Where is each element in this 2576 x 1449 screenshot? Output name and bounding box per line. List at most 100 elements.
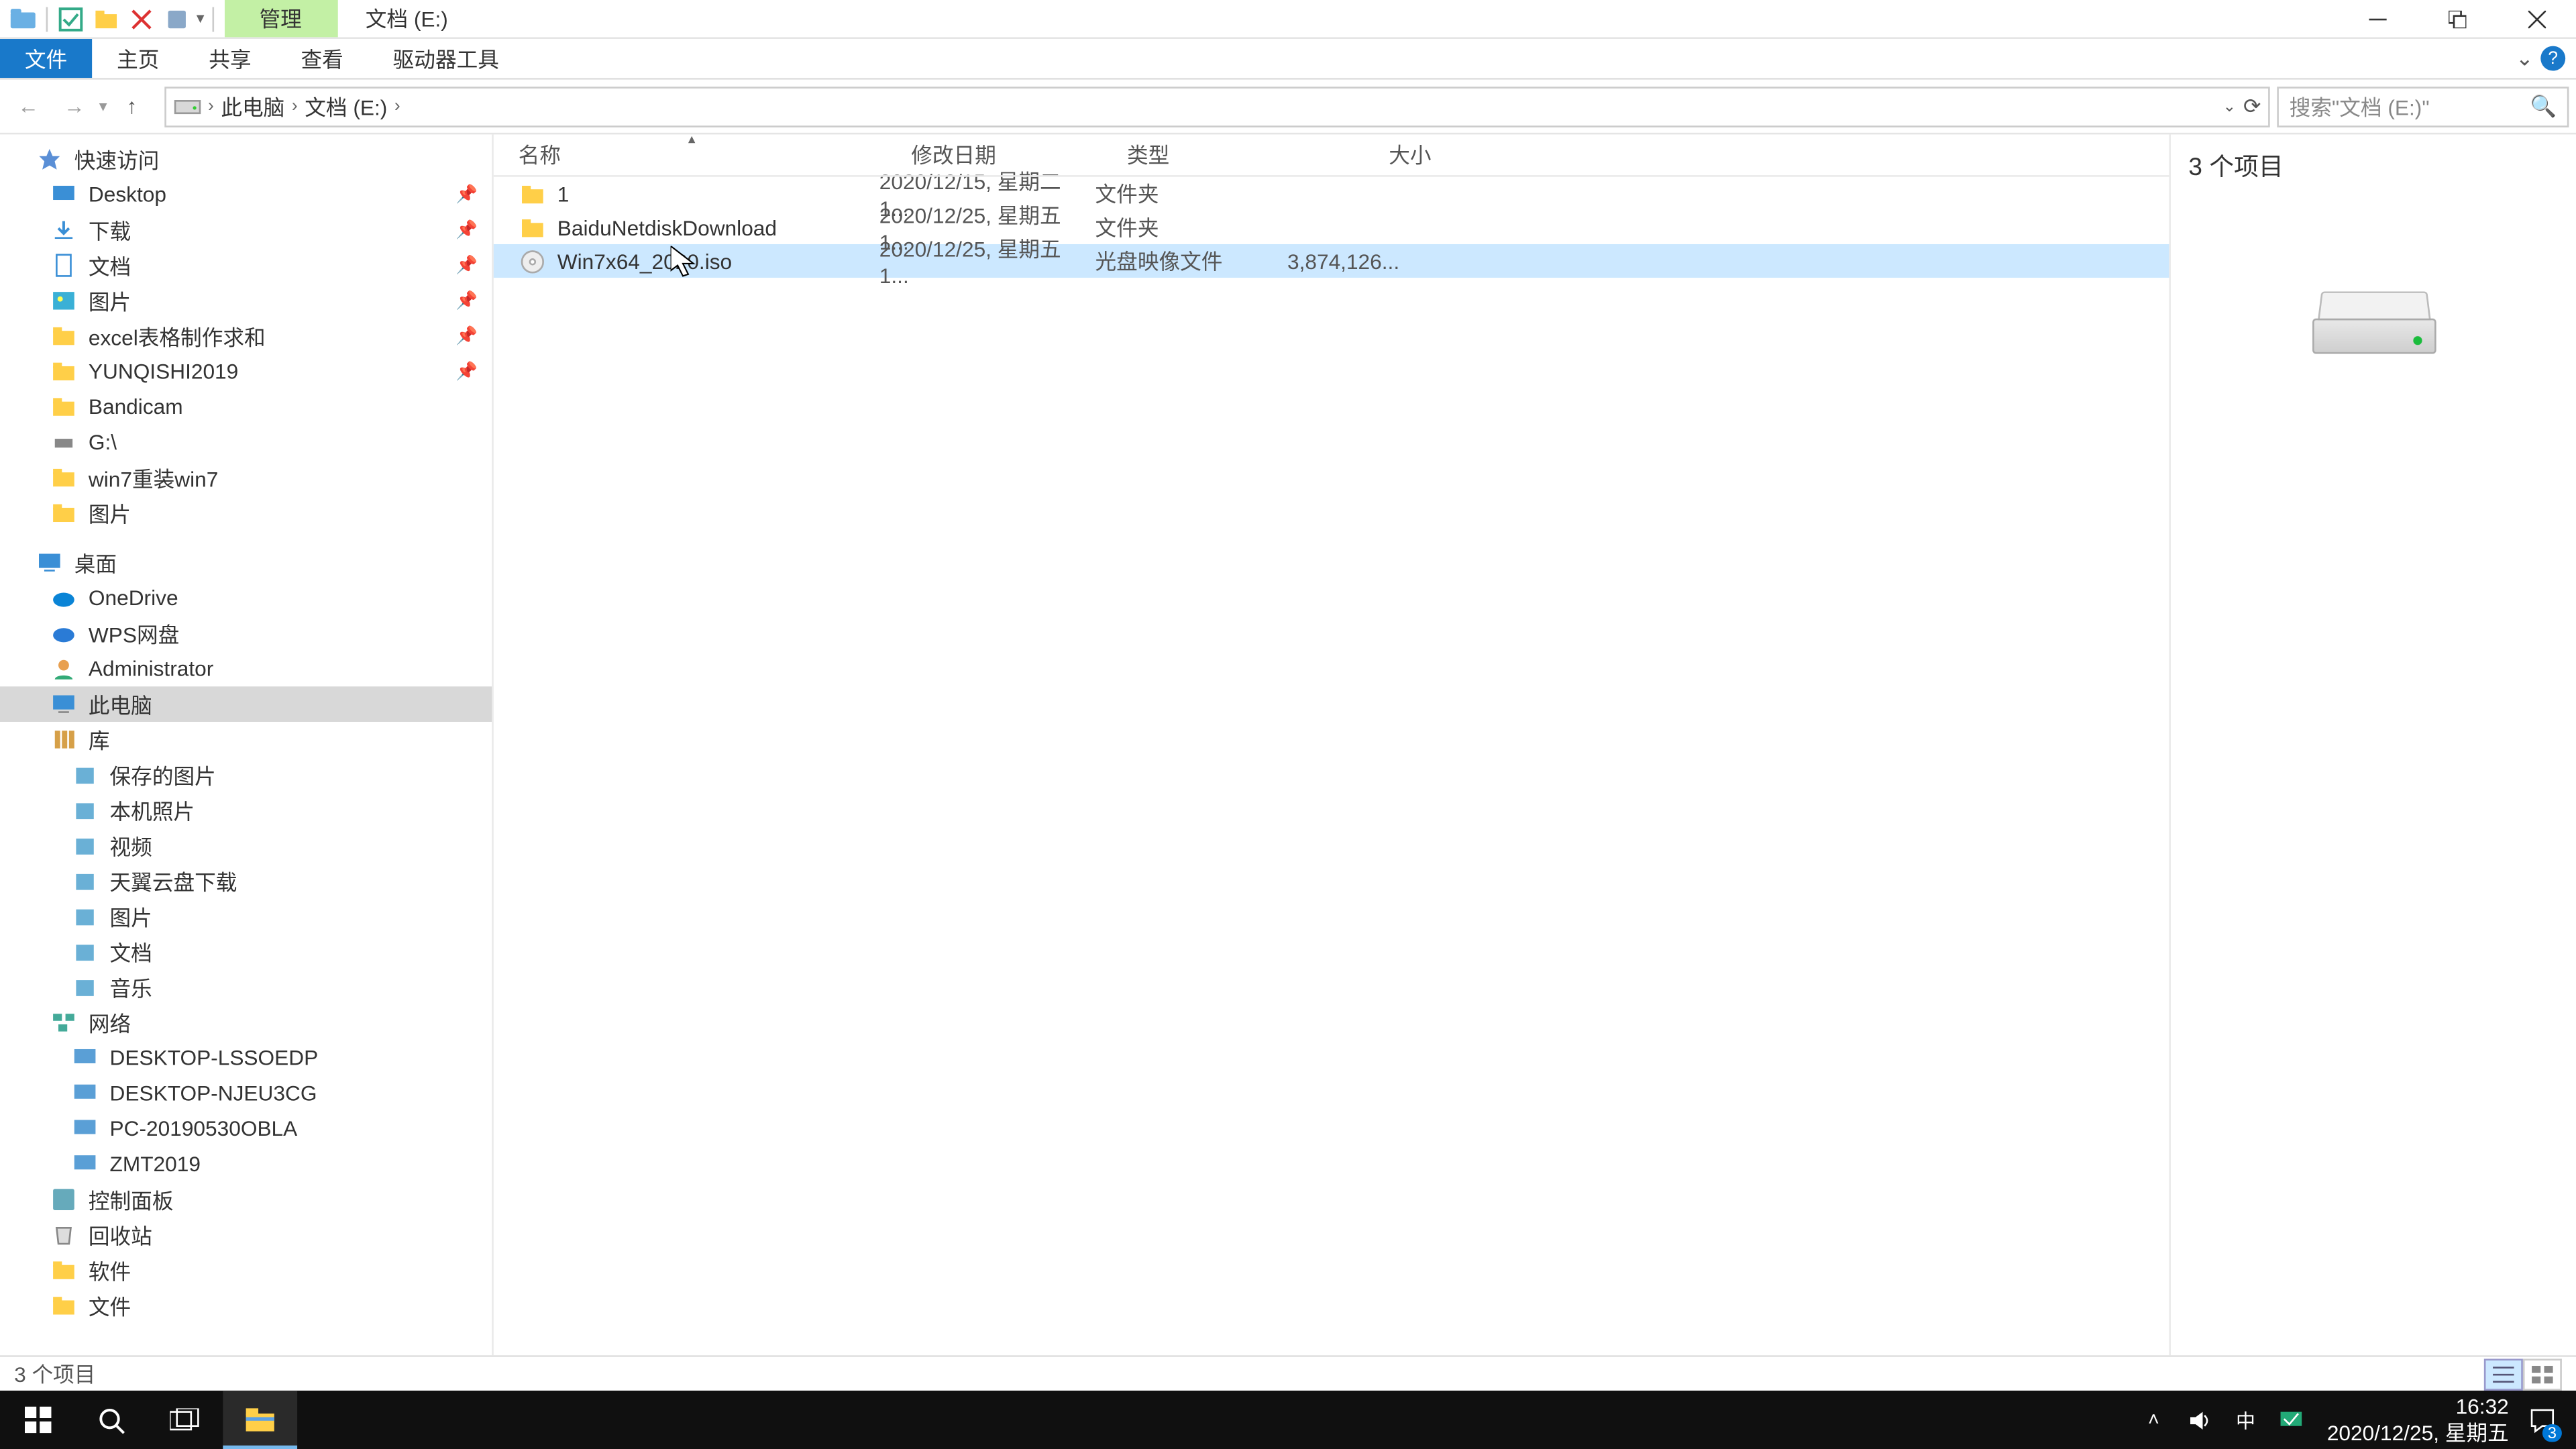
clock-date: 2020/12/25, 星期五	[2327, 1419, 2509, 1445]
show-desktop-button[interactable]	[2565, 1391, 2576, 1449]
tree-label: 保存的图片	[110, 760, 216, 790]
refresh-icon[interactable]: ⟳	[2243, 94, 2261, 119]
qat-properties-icon[interactable]	[55, 3, 87, 34]
chevron-right-icon[interactable]: ›	[292, 97, 298, 116]
tree-desktop-root[interactable]: 桌面	[0, 545, 492, 580]
tree-quick-item[interactable]: 下载📌	[0, 212, 492, 248]
ribbon-tab-share[interactable]: 共享	[184, 39, 276, 78]
address-bar[interactable]: › 此电脑 › 文档 (E:) › ⌄ ⟳	[164, 86, 2270, 127]
tree-recycle-bin[interactable]: 回收站	[0, 1218, 492, 1253]
column-header-type[interactable]: 类型	[1127, 140, 1307, 170]
tree-quick-item[interactable]: 图片	[0, 495, 492, 531]
view-details-button[interactable]	[2484, 1358, 2523, 1389]
tree-library-item[interactable]: 本机照片	[0, 793, 492, 828]
tree-files[interactable]: 文件	[0, 1288, 492, 1324]
start-button[interactable]	[0, 1391, 74, 1449]
file-date: 2020/12/25, 星期五 1...	[879, 233, 1095, 288]
tree-quick-item[interactable]: win7重装win7	[0, 460, 492, 496]
pc-icon	[50, 690, 78, 718]
qat-customize-icon[interactable]	[161, 3, 193, 34]
tree-label: DESKTOP-LSSOEDP	[110, 1046, 319, 1071]
tree-library-item[interactable]: 天翼云盘下载	[0, 863, 492, 899]
ime-indicator[interactable]: 中	[2231, 1405, 2259, 1434]
tree-quick-access[interactable]: 快速访问	[0, 142, 492, 177]
breadcrumb-current[interactable]: 文档 (E:)	[305, 91, 387, 121]
file-row[interactable]: 12020/12/15, 星期二 1...文件夹	[494, 177, 2169, 211]
taskbar-app-explorer[interactable]	[223, 1391, 297, 1449]
ribbon-tab-home[interactable]: 主页	[92, 39, 184, 78]
chevron-right-icon[interactable]: ›	[208, 97, 214, 116]
tree-library-item[interactable]: 视频	[0, 828, 492, 863]
file-name: Win7x64_2020.iso	[557, 249, 732, 274]
minimize-button[interactable]	[2337, 0, 2417, 37]
tree-network-item[interactable]: DESKTOP-LSSOEDP	[0, 1040, 492, 1076]
tree-network-item[interactable]: DESKTOP-NJEU3CG	[0, 1076, 492, 1112]
qat-delete-icon[interactable]	[125, 3, 157, 34]
tree-desktop-item[interactable]: OneDrive	[0, 580, 492, 616]
maximize-button[interactable]	[2417, 0, 2497, 37]
close-button[interactable]	[2496, 0, 2576, 37]
address-dropdown-icon[interactable]: ⌄	[2223, 97, 2237, 116]
tree-label: 软件	[89, 1255, 131, 1285]
qat-dropdown-icon[interactable]: ▾	[197, 9, 205, 28]
documents-icon	[50, 252, 78, 280]
ribbon-expand-icon[interactable]: ⌄	[2516, 46, 2534, 71]
nav-forward-button[interactable]: →	[53, 85, 95, 127]
tree-desktop-item[interactable]: 此电脑	[0, 686, 492, 722]
tree-label: excel表格制作求和	[89, 321, 266, 352]
taskbar-clock[interactable]: 16:32 2020/12/25, 星期五	[2316, 1391, 2520, 1449]
tree-desktop-item[interactable]: 库	[0, 722, 492, 757]
chevron-right-icon[interactable]: ›	[394, 97, 400, 116]
tree-quick-item[interactable]: G:\	[0, 425, 492, 460]
ribbon-contextual-tab[interactable]: 管理	[224, 0, 337, 37]
tree-library-item[interactable]: 音乐	[0, 969, 492, 1005]
tree-desktop-item[interactable]: Administrator	[0, 651, 492, 687]
volume-icon[interactable]	[2186, 1405, 2214, 1434]
tree-library-item[interactable]: 保存的图片	[0, 757, 492, 793]
computer-icon	[70, 1150, 99, 1178]
nav-back-button[interactable]: ←	[7, 85, 50, 127]
view-large-icons-button[interactable]	[2523, 1358, 2562, 1389]
nav-history-dropdown-icon[interactable]: ▾	[99, 97, 107, 116]
column-header-size[interactable]: 大小	[1307, 140, 1432, 170]
tree-quick-item[interactable]: Desktop📌	[0, 177, 492, 213]
column-header-date[interactable]: 修改日期	[911, 140, 1127, 170]
tree-library-item[interactable]: 图片	[0, 899, 492, 934]
tree-network-item[interactable]: PC-20190530OBLA	[0, 1111, 492, 1146]
column-header-name[interactable]: 名称	[519, 140, 911, 170]
tray-overflow-icon[interactable]: ˄	[2139, 1405, 2167, 1434]
tree-quick-item[interactable]: 图片📌	[0, 283, 492, 319]
action-center-button[interactable]: 3	[2520, 1391, 2566, 1449]
tree-label: 音乐	[110, 972, 152, 1002]
search-icon[interactable]: 🔍	[2530, 94, 2557, 119]
search-input[interactable]: 搜索"文档 (E:)" 🔍	[2277, 86, 2569, 127]
tray-app-icon[interactable]	[2277, 1405, 2306, 1434]
tree-quick-item[interactable]: YUNQISHI2019📌	[0, 354, 492, 389]
search-button[interactable]	[74, 1391, 149, 1449]
tree-quick-item[interactable]: Bandicam	[0, 389, 492, 425]
file-row[interactable]: BaiduNetdiskDownload2020/12/25, 星期五 1...…	[494, 211, 2169, 244]
tree-label: 库	[89, 724, 110, 755]
qat-new-folder-icon[interactable]	[91, 3, 122, 34]
task-view-button[interactable]	[149, 1391, 223, 1449]
tree-network[interactable]: 网络	[0, 1005, 492, 1040]
navigation-pane[interactable]: 快速访问 Desktop📌下载📌文档📌图片📌excel表格制作求和📌YUNQIS…	[0, 134, 494, 1355]
app-icon[interactable]	[7, 3, 39, 34]
tree-quick-item[interactable]: excel表格制作求和📌	[0, 319, 492, 354]
tree-software[interactable]: 软件	[0, 1252, 492, 1288]
tree-control-panel[interactable]: 控制面板	[0, 1182, 492, 1218]
file-size: 3,874,126...	[1276, 249, 1400, 274]
tree-library-item[interactable]: 文档	[0, 934, 492, 970]
tree-desktop-item[interactable]: WPS网盘	[0, 616, 492, 651]
help-icon[interactable]: ?	[2540, 46, 2565, 71]
breadcrumb-this-pc[interactable]: 此电脑	[221, 91, 284, 121]
ribbon-tab-view[interactable]: 查看	[276, 39, 368, 78]
file-row[interactable]: Win7x64_2020.iso2020/12/25, 星期五 1...光盘映像…	[494, 244, 2169, 278]
tree-network-item[interactable]: ZMT2019	[0, 1146, 492, 1182]
ribbon-tab-drive-tools[interactable]: 驱动器工具	[368, 39, 524, 78]
ribbon-tab-file[interactable]: 文件	[0, 39, 92, 78]
tree-quick-item[interactable]: 文档📌	[0, 248, 492, 283]
nav-up-button[interactable]: ↑	[111, 85, 153, 127]
tree-label: 下载	[89, 215, 131, 245]
folder-icon	[50, 1291, 78, 1320]
